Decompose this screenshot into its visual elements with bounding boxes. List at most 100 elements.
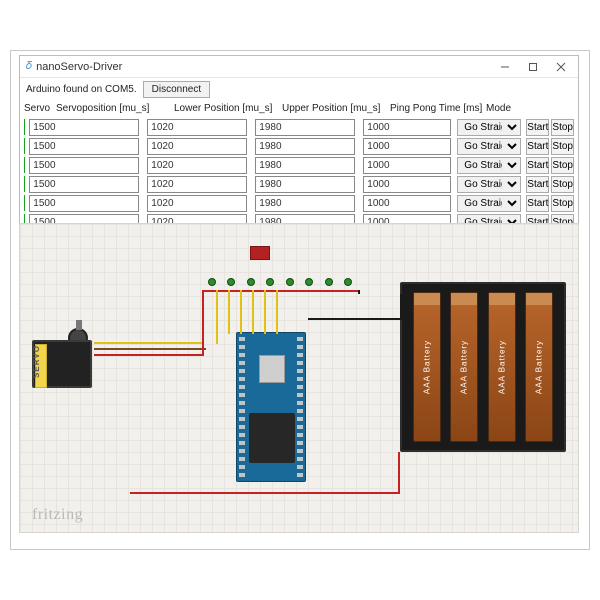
- maximize-button[interactable]: [526, 60, 540, 74]
- wire-black: [308, 318, 402, 320]
- pingpong-time-input[interactable]: [363, 119, 451, 136]
- wire-yellow: [264, 290, 266, 334]
- minimize-button[interactable]: [498, 60, 512, 74]
- header-servoposition: Servoposition [mu_s]: [56, 103, 174, 114]
- status-row: Arduino found on COM5. Disconnect: [20, 78, 578, 101]
- window-buttons: [498, 60, 574, 74]
- servo-motor: SERVO: [32, 324, 96, 402]
- start-button[interactable]: Start: [526, 119, 549, 136]
- servoposition-input[interactable]: [29, 138, 139, 155]
- table-row: Go Straight StartStop: [24, 156, 574, 174]
- battery-label: AAA Battery: [422, 340, 431, 394]
- pingpong-time-input[interactable]: [363, 138, 451, 155]
- header-lower: Lower Position [mu_s]: [174, 103, 282, 114]
- led-pin: [325, 278, 333, 286]
- servo-label-text: SERVO: [32, 345, 41, 378]
- stop-button[interactable]: Stop: [551, 138, 574, 155]
- start-button[interactable]: Start: [526, 195, 549, 212]
- header-mode: Mode: [486, 103, 552, 114]
- table-header: Servo Servoposition [mu_s] Lower Positio…: [20, 101, 578, 116]
- connection-status: Arduino found on COM5.: [26, 84, 137, 95]
- led-pin: [208, 278, 216, 286]
- close-button[interactable]: [554, 60, 568, 74]
- battery-label: AAA Battery: [460, 340, 469, 394]
- table-row: Go Straight StartStop: [24, 175, 574, 193]
- battery-cell: AAA Battery: [450, 292, 478, 442]
- servoposition-input[interactable]: [29, 157, 139, 174]
- wire-red: [202, 290, 358, 292]
- stop-button[interactable]: Stop: [551, 119, 574, 136]
- image-frame: 𝛿 nanoServo-Driver Arduino found on COM5…: [10, 50, 590, 550]
- wire-yellow: [228, 290, 230, 334]
- circuit-board: SERVO AAA Battery AAA Battery AAA Batter…: [19, 223, 579, 533]
- wire-red: [94, 354, 202, 356]
- battery-label: AAA Battery: [535, 340, 544, 394]
- table-body: Go StraightStartStopGo StraightStartStop…: [20, 116, 578, 238]
- start-button[interactable]: Start: [526, 176, 549, 193]
- led-pin: [286, 278, 294, 286]
- stop-button[interactable]: Stop: [551, 176, 574, 193]
- nano-mcu-chip: [249, 413, 295, 463]
- wire-yellow: [216, 290, 218, 344]
- battery-label: AAA Battery: [497, 340, 506, 394]
- led-pin: [305, 278, 313, 286]
- header-upper: Upper Position [mu_s]: [282, 103, 390, 114]
- start-button[interactable]: Start: [526, 138, 549, 155]
- servo-shaft: [76, 320, 82, 330]
- stop-button[interactable]: Stop: [551, 157, 574, 174]
- wire-red: [202, 290, 204, 356]
- lower-position-input[interactable]: [147, 176, 247, 193]
- table-row: Go Straight StartStop: [24, 118, 574, 136]
- lower-position-input[interactable]: [147, 138, 247, 155]
- fritzing-watermark: fritzing: [32, 506, 83, 524]
- upper-position-input[interactable]: [255, 157, 355, 174]
- header-pingpong: Ping Pong Time [ms]: [390, 103, 486, 114]
- battery-cell: AAA Battery: [525, 292, 553, 442]
- lower-position-input[interactable]: [147, 157, 247, 174]
- upper-position-input[interactable]: [255, 138, 355, 155]
- app-window: 𝛿 nanoServo-Driver Arduino found on COM5…: [19, 55, 579, 239]
- header-pin-row: [202, 274, 358, 290]
- wire-brown: [94, 348, 206, 350]
- led-pin: [247, 278, 255, 286]
- disconnect-button[interactable]: Disconnect: [143, 81, 210, 98]
- servoposition-input[interactable]: [29, 195, 139, 212]
- lower-position-input[interactable]: [147, 195, 247, 212]
- app-icon: 𝛿: [26, 60, 32, 73]
- wire-yellow: [252, 290, 254, 334]
- table-row: Go Straight StartStop: [24, 137, 574, 155]
- mode-select[interactable]: Go Straight: [457, 119, 521, 136]
- servo-label-strip: SERVO: [35, 344, 47, 388]
- upper-position-input[interactable]: [255, 119, 355, 136]
- mode-select[interactable]: Go Straight: [457, 176, 521, 193]
- pingpong-time-input[interactable]: [363, 157, 451, 174]
- wire-black: [358, 290, 360, 294]
- arduino-nano: [236, 332, 306, 482]
- header-servo: Servo: [24, 103, 56, 114]
- pingpong-time-input[interactable]: [363, 176, 451, 193]
- servoposition-input[interactable]: [29, 176, 139, 193]
- upper-position-input[interactable]: [255, 176, 355, 193]
- start-button[interactable]: Start: [526, 157, 549, 174]
- wire-black: [400, 294, 402, 320]
- wire-red: [130, 492, 400, 494]
- battery-cell: AAA Battery: [413, 292, 441, 442]
- wire-yellow: [94, 342, 204, 344]
- table-row: Go Straight StartStop: [24, 194, 574, 212]
- wire-red: [398, 452, 400, 494]
- mode-select[interactable]: Go Straight: [457, 195, 521, 212]
- upper-position-input[interactable]: [255, 195, 355, 212]
- battery-cell: AAA Battery: [488, 292, 516, 442]
- mode-select[interactable]: Go Straight: [457, 157, 521, 174]
- mode-select[interactable]: Go Straight: [457, 138, 521, 155]
- window-title: nanoServo-Driver: [36, 61, 498, 73]
- nano-usb-port: [259, 355, 285, 383]
- servoposition-input[interactable]: [29, 119, 139, 136]
- wire-yellow: [276, 290, 278, 334]
- lower-position-input[interactable]: [147, 119, 247, 136]
- pingpong-time-input[interactable]: [363, 195, 451, 212]
- stop-button[interactable]: Stop: [551, 195, 574, 212]
- wire-yellow: [240, 290, 242, 334]
- battery-holder: AAA Battery AAA Battery AAA Battery AAA …: [400, 282, 566, 452]
- led-pin: [344, 278, 352, 286]
